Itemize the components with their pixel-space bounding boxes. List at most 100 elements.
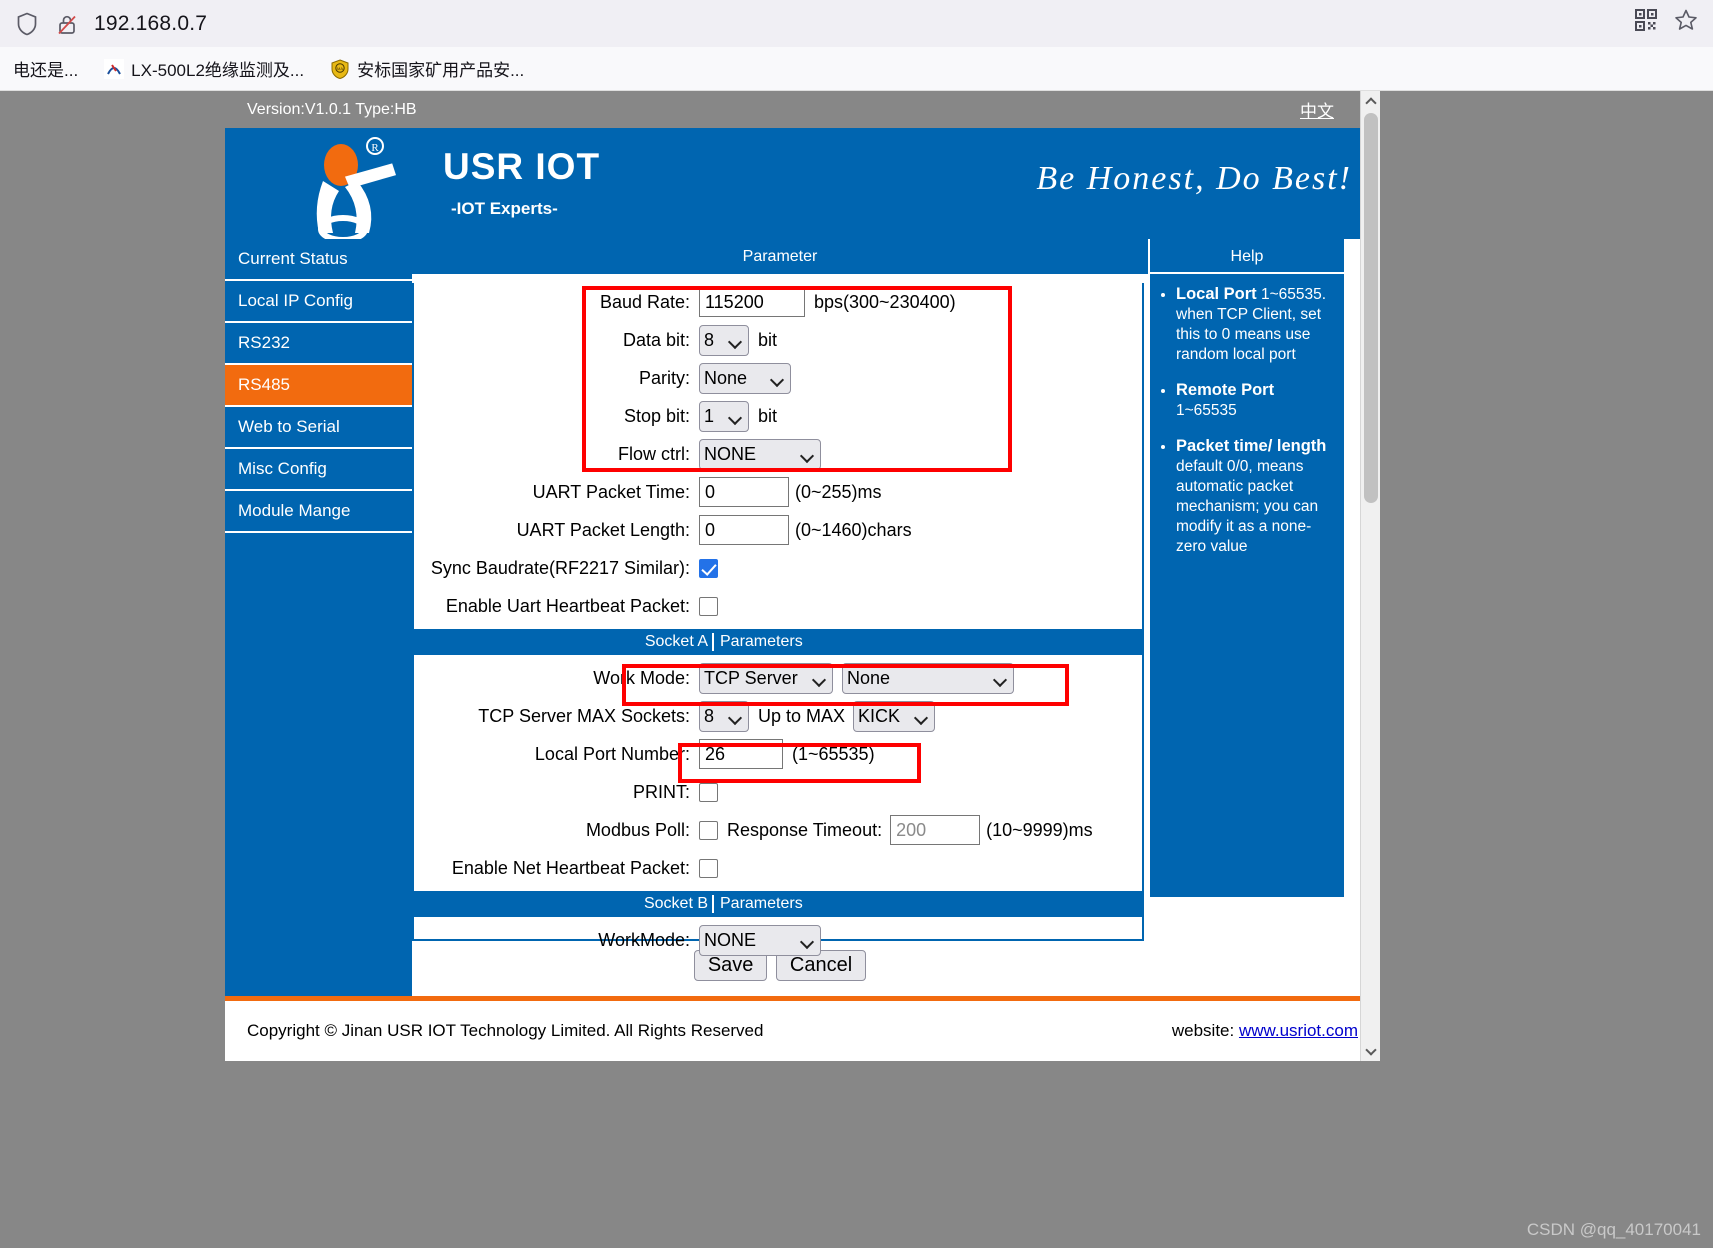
- scroll-up-arrow-icon[interactable]: [1361, 91, 1380, 111]
- max-sockets-label: TCP Server MAX Sockets:: [414, 706, 699, 727]
- baud-rate-label: Baud Rate:: [414, 292, 699, 313]
- parity-select-wrap: None: [699, 363, 791, 394]
- print-checkbox[interactable]: [699, 783, 718, 802]
- help-desc-remote-port: 1~65535: [1176, 402, 1237, 419]
- svg-text:MA: MA: [337, 65, 343, 70]
- sync-baudrate-row: Sync Baudrate(RF2217 Similar):: [414, 549, 1142, 587]
- max-sockets-row: TCP Server MAX Sockets: 8 Up to MAX KICK: [414, 697, 1142, 735]
- socket-a-header-right: Parameters: [712, 633, 1142, 651]
- sync-baudrate-checkbox[interactable]: [699, 559, 718, 578]
- max-sockets-policy-select-wrap: KICK: [853, 701, 935, 732]
- sidebar-item-current-status[interactable]: Current Status: [225, 239, 412, 281]
- sidebar-nav: Current Status Local IP Config RS232 RS4…: [225, 239, 412, 996]
- stop-bit-unit: bit: [758, 406, 777, 427]
- socket-b-work-mode-select[interactable]: NONE: [699, 925, 821, 956]
- address-bar-url[interactable]: 192.168.0.7: [94, 12, 207, 36]
- help-panel: Help Local Port 1~65535. when TCP Client…: [1148, 239, 1344, 996]
- sidebar-item-local-ip-config[interactable]: Local IP Config: [225, 281, 412, 323]
- parameter-form: Baud Rate: bps(300~230400) Data bit: 8: [412, 283, 1144, 941]
- browser-toolbar: 192.168.0.7: [0, 0, 1713, 47]
- socket-a-work-mode-label: Work Mode:: [414, 668, 699, 689]
- uart-heartbeat-row: Enable Uart Heartbeat Packet:: [414, 587, 1142, 625]
- brand-tagline: -IOT Experts-: [451, 199, 600, 219]
- socket-a-protocol-select[interactable]: None: [842, 663, 1014, 694]
- flow-ctrl-select[interactable]: NONE: [699, 439, 821, 470]
- svg-text:R: R: [371, 142, 379, 154]
- uart-packet-length-hint: (0~1460)chars: [795, 520, 912, 541]
- qr-code-icon[interactable]: [1633, 7, 1659, 33]
- sidebar-item-module-mange[interactable]: Module Mange: [225, 491, 412, 533]
- bookmark-item[interactable]: MA 安标国家矿用产品安...: [317, 56, 537, 81]
- uart-packet-time-input[interactable]: [699, 477, 789, 507]
- sidebar-item-rs485[interactable]: RS485: [225, 365, 412, 407]
- page-scrollbar[interactable]: [1360, 91, 1380, 1061]
- stop-bit-select[interactable]: 1: [699, 401, 749, 432]
- response-timeout-label: Response Timeout:: [727, 820, 882, 841]
- scrollbar-thumb[interactable]: [1364, 113, 1378, 503]
- flow-ctrl-label: Flow ctrl:: [414, 444, 699, 465]
- max-sockets-select[interactable]: 8: [699, 701, 749, 732]
- footer-copyright: Copyright © Jinan USR IOT Technology Lim…: [247, 1021, 763, 1041]
- local-port-row: Local Port Number: (1~65535): [414, 735, 1142, 773]
- socket-b-header-left: Socket B: [414, 895, 712, 913]
- maac-shield-icon: MA: [330, 59, 350, 79]
- uart-heartbeat-checkbox[interactable]: [699, 597, 718, 616]
- device-web-ui: Version:V1.0.1 Type:HB 中文 R USR IOT -IOT…: [225, 91, 1380, 1061]
- local-port-input[interactable]: [699, 739, 783, 769]
- bookmark-label: 电还是...: [13, 56, 78, 81]
- baud-rate-row: Baud Rate: bps(300~230400): [414, 283, 1142, 321]
- language-switch-link[interactable]: 中文: [1300, 97, 1334, 122]
- footer-website-link[interactable]: www.usriot.com: [1239, 1021, 1358, 1040]
- parity-row: Parity: None: [414, 359, 1142, 397]
- help-term-local-port: Local Port: [1176, 285, 1257, 303]
- response-timeout-input[interactable]: [890, 815, 980, 845]
- socket-b-work-mode-select-wrap: NONE: [699, 925, 821, 956]
- lx-logo-icon: [104, 59, 124, 79]
- baud-rate-hint: bps(300~230400): [814, 292, 956, 313]
- bookmark-star-icon[interactable]: [1673, 7, 1699, 33]
- max-sockets-policy-select[interactable]: KICK: [853, 701, 935, 732]
- bookmarks-bar: 电还是... LX-500L2绝缘监测及... MA 安标国家矿用产品安...: [0, 47, 1713, 91]
- max-sockets-mid-text: Up to MAX: [758, 706, 845, 727]
- sidebar-item-rs232[interactable]: RS232: [225, 323, 412, 365]
- sidebar-item-misc-config[interactable]: Misc Config: [225, 449, 412, 491]
- net-heartbeat-checkbox[interactable]: [699, 859, 718, 878]
- response-timeout-hint: (10~9999)ms: [986, 820, 1093, 841]
- socket-a-work-mode-select-wrap: TCP Server: [699, 663, 833, 694]
- sidebar-item-web-to-serial[interactable]: Web to Serial: [225, 407, 412, 449]
- bookmark-item[interactable]: LX-500L2绝缘监测及...: [91, 56, 317, 81]
- csdn-watermark: CSDN @qq_40170041: [1527, 1220, 1701, 1240]
- baud-rate-input[interactable]: [699, 287, 805, 317]
- local-port-hint: (1~65535): [792, 744, 875, 765]
- stop-bit-label: Stop bit:: [414, 406, 699, 427]
- modbus-poll-checkbox[interactable]: [699, 821, 718, 840]
- footer-website: website: www.usriot.com: [1172, 1021, 1358, 1041]
- footer-website-label: website:: [1172, 1021, 1234, 1040]
- data-bit-unit: bit: [758, 330, 777, 351]
- data-bit-select-wrap: 8: [699, 325, 749, 356]
- broken-lock-icon[interactable]: [54, 11, 80, 37]
- help-term-packet-time-length: Packet time/ length: [1176, 437, 1326, 455]
- brand-block: USR IOT -IOT Experts-: [443, 148, 600, 219]
- modbus-poll-label: Modbus Poll:: [414, 820, 699, 841]
- uart-heartbeat-label: Enable Uart Heartbeat Packet:: [414, 596, 699, 617]
- scroll-down-arrow-icon[interactable]: [1361, 1041, 1380, 1061]
- uart-packet-length-input[interactable]: [699, 515, 789, 545]
- socket-a-header-left: Socket A: [414, 633, 712, 651]
- socket-a-work-mode-select[interactable]: TCP Server: [699, 663, 833, 694]
- uart-packet-length-row: UART Packet Length: (0~1460)chars: [414, 511, 1142, 549]
- data-bit-select[interactable]: 8: [699, 325, 749, 356]
- parity-select[interactable]: None: [699, 363, 791, 394]
- flow-ctrl-select-wrap: NONE: [699, 439, 821, 470]
- socket-a-header: Socket A Parameters: [414, 629, 1142, 655]
- sync-baudrate-label: Sync Baudrate(RF2217 Similar):: [414, 558, 699, 579]
- shield-icon[interactable]: [14, 11, 40, 37]
- help-panel-title: Help: [1150, 239, 1344, 274]
- bookmark-item[interactable]: 电还是...: [0, 56, 91, 81]
- flow-ctrl-row: Flow ctrl: NONE: [414, 435, 1142, 473]
- parity-label: Parity:: [414, 368, 699, 389]
- socket-b-header-right: Parameters: [712, 895, 1142, 913]
- brand-title: USR IOT: [443, 148, 600, 185]
- help-item-remote-port: Remote Port 1~65535: [1176, 380, 1338, 421]
- uart-packet-time-row: UART Packet Time: (0~255)ms: [414, 473, 1142, 511]
